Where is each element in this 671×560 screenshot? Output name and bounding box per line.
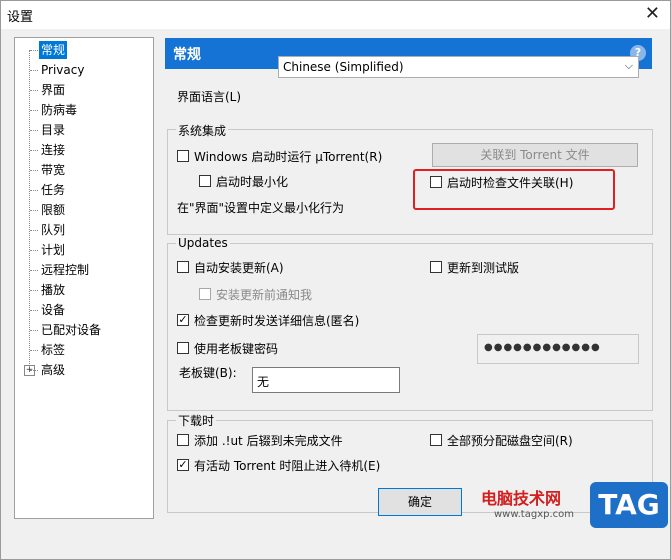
checkbox-box <box>177 342 189 354</box>
prealloc-checkbox[interactable]: 全部预分配磁盘空间(R) <box>430 433 573 449</box>
notify-before-install-label: 安装更新前通知我 <box>216 288 313 302</box>
settings-tree: 常规 Privacy 界面 防病毒 目录 连接 带宽 任务 限额 队列 计划 远… <box>14 37 154 519</box>
tree-item-remote[interactable]: 远程控制 <box>29 261 91 279</box>
minimize-behavior-note: 在"界面"设置中定义最小化行为 <box>177 201 345 215</box>
watermark-logo: TAG <box>590 482 668 528</box>
language-label: 界面语言(L) <box>177 90 242 104</box>
checkbox-box <box>199 175 211 187</box>
downloading-title: 下载时 <box>176 412 217 429</box>
checkbox-box <box>430 434 442 446</box>
tree-item-interface[interactable]: 界面 <box>29 81 67 99</box>
checkbox-box <box>430 261 442 273</box>
chevron-down-icon: ⌵ <box>624 59 633 72</box>
associate-torrent-button[interactable]: 关联到 Torrent 文件 <box>432 143 638 167</box>
watermark-text: 电脑技术网 <box>481 489 562 508</box>
title-bar: 设置 ✕ <box>1 1 670 29</box>
section-title: 常规 <box>173 47 201 63</box>
checkbox-box <box>199 288 211 300</box>
system-integration-title: 系统集成 <box>176 122 229 139</box>
run-on-startup-label: Windows 启动时运行 µTorrent(R) <box>194 150 383 164</box>
tree-item-paired-devices[interactable]: 已配对设备 <box>29 321 103 339</box>
tree-item-directories[interactable]: 目录 <box>29 121 67 139</box>
tree-item-queue[interactable]: 队列 <box>29 221 67 239</box>
prevent-standby-label: 有活动 Torrent 时阻止进入待机(E) <box>194 459 381 473</box>
close-icon[interactable]: ✕ <box>645 3 660 24</box>
prevent-standby-checkbox[interactable]: ✓ 有活动 Torrent 时阻止进入待机(E) <box>177 458 380 474</box>
tree-item-tasks[interactable]: 任务 <box>29 181 67 199</box>
beta-update-checkbox[interactable]: 更新到测试版 <box>430 260 519 276</box>
checkbox-box <box>177 150 189 162</box>
ok-button[interactable]: 确定 <box>378 488 462 516</box>
settings-window: 设置 ✕ 常规 Privacy 界面 防病毒 目录 连接 带宽 任务 限额 队列… <box>0 0 671 560</box>
highlight-annotation <box>413 169 615 210</box>
boss-key-password-field[interactable]: ●●●●●●●●●●●● <box>477 334 639 364</box>
boss-key-value: 无 <box>257 375 270 389</box>
append-ut-label: 添加 .!ut 后辍到未完成文件 <box>194 434 343 448</box>
prealloc-label: 全部预分配磁盘空间(R) <box>447 434 573 448</box>
window-title: 设置 <box>7 10 34 25</box>
notify-before-install-checkbox[interactable]: 安装更新前通知我 <box>199 287 312 303</box>
auto-install-checkbox[interactable]: 自动安装更新(A) <box>177 260 284 276</box>
boss-key-input[interactable]: 无 <box>252 367 400 393</box>
tree-item-advanced[interactable]: 高级 <box>29 361 67 379</box>
dialog-body: 常规 Privacy 界面 防病毒 目录 连接 带宽 任务 限额 队列 计划 远… <box>1 29 670 559</box>
password-dots: ●●●●●●●●●●●● <box>484 342 601 353</box>
beta-update-label: 更新到测试版 <box>447 261 520 275</box>
tree-item-bandwidth[interactable]: 带宽 <box>29 161 67 179</box>
tree-item-labels[interactable]: 标签 <box>29 341 67 359</box>
boss-key-password-label: 使用老板键密码 <box>194 342 279 356</box>
tree-item-antivirus[interactable]: 防病毒 <box>29 101 79 119</box>
auto-install-label: 自动安装更新(A) <box>194 261 284 275</box>
send-info-checkbox[interactable]: ✓ 检查更新时发送详细信息(匿名) <box>177 313 359 329</box>
run-on-startup-checkbox[interactable]: Windows 启动时运行 µTorrent(R) <box>177 149 382 165</box>
start-minimized-checkbox[interactable]: 启动时最小化 <box>199 174 288 190</box>
tree-item-playback[interactable]: 播放 <box>29 281 67 299</box>
start-minimized-label: 启动时最小化 <box>216 175 289 189</box>
tree-item-devices[interactable]: 设备 <box>29 301 67 319</box>
boss-key-label: 老板键(B): <box>179 366 237 380</box>
updates-title: Updates <box>176 236 230 250</box>
language-value: Chinese (Simplified) <box>283 60 404 74</box>
language-select[interactable]: Chinese (Simplified) ⌵ <box>278 56 639 78</box>
checkmark-icon: ✓ <box>177 458 189 471</box>
tree-item-general[interactable]: 常规 <box>29 41 68 59</box>
append-ut-checkbox[interactable]: 添加 .!ut 后辍到未完成文件 <box>177 433 343 449</box>
checkbox-box <box>177 434 189 446</box>
boss-key-password-checkbox[interactable]: 使用老板键密码 <box>177 341 278 357</box>
send-info-label: 检查更新时发送详细信息(匿名) <box>194 314 360 328</box>
tree-item-scheduler[interactable]: 计划 <box>29 241 67 259</box>
tree-item-quota[interactable]: 限额 <box>29 201 67 219</box>
watermark-url: www.tagxp.com <box>494 509 574 520</box>
checkmark-icon: ✓ <box>177 313 189 326</box>
tree-item-connection[interactable]: 连接 <box>29 141 67 159</box>
checkbox-box <box>177 261 189 273</box>
tree-item-privacy[interactable]: Privacy <box>29 61 86 79</box>
